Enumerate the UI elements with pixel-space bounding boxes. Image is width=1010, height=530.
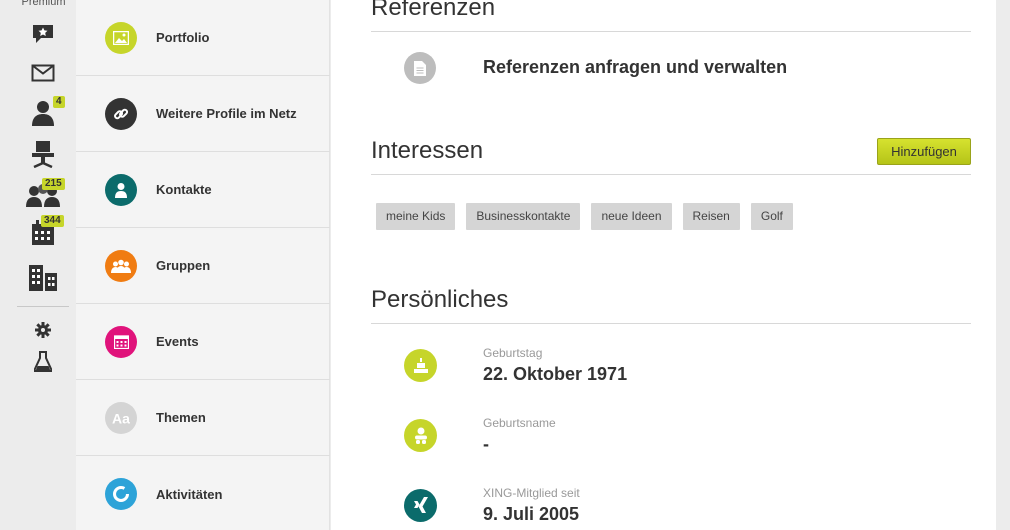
buildings-icon	[27, 263, 59, 291]
member-since-row: XING-Mitglied seit 9. Juli 2005	[331, 486, 996, 530]
font-aa-icon: Aa	[105, 401, 137, 434]
nav-item-label: Themen	[156, 410, 206, 425]
referenzen-manage-link[interactable]: Referenzen anfragen und verwalten	[483, 57, 787, 78]
document-icon	[404, 52, 436, 84]
rail-messages-button[interactable]	[27, 20, 59, 48]
interessen-title: Interessen	[371, 137, 484, 164]
birth-name-row: Geburtsname -	[331, 416, 996, 476]
birthday-row: Geburtstag 22. Oktober 1971	[331, 346, 996, 406]
nav-item-label: Kontakte	[156, 182, 212, 197]
interest-tag[interactable]: Golf	[750, 203, 793, 230]
nav-item-gruppen[interactable]: Gruppen	[76, 228, 330, 304]
rail-groups-button[interactable]: 215	[25, 178, 65, 209]
add-interest-button[interactable]: Hinzufügen	[877, 138, 971, 165]
member-since-value: 9. Juli 2005	[483, 504, 580, 524]
birth-name-label: Geburtsname	[483, 416, 556, 430]
interest-tag[interactable]: Reisen	[682, 203, 740, 230]
contacts-count-badge: 4	[53, 96, 65, 108]
image-icon	[105, 22, 137, 54]
interest-tag-list: meine Kids Businesskontakte neue Ideen R…	[376, 203, 804, 230]
nav-item-label: Gruppen	[156, 258, 211, 273]
gear-icon	[35, 322, 51, 338]
activity-ring-icon	[105, 478, 137, 510]
rail-settings-button[interactable]	[27, 316, 59, 344]
baby-icon	[404, 419, 437, 452]
groups-count-badge: 215	[42, 178, 65, 190]
section-divider	[371, 174, 971, 175]
main-content: Referenzen Referenzen anfragen und verwa…	[331, 0, 996, 530]
interest-tag[interactable]: Businesskontakte	[466, 203, 581, 230]
flask-icon	[34, 351, 52, 373]
calendar-icon	[105, 325, 137, 358]
birth-name-value: -	[483, 434, 489, 454]
person-icon	[105, 173, 137, 206]
person-icon	[32, 100, 54, 126]
interest-tag[interactable]: neue Ideen	[591, 203, 672, 230]
rail-divider	[17, 306, 69, 307]
right-gutter	[996, 0, 1010, 530]
profile-section-nav: Portfolio Weitere Profile im Netz Kontak…	[76, 0, 330, 530]
xing-logo-icon	[404, 489, 437, 522]
icon-rail: Premium 4 215 344	[0, 0, 76, 530]
premium-label[interactable]: Premium	[0, 0, 87, 8]
nav-item-label: Weitere Profile im Netz	[156, 106, 297, 121]
people-group-icon	[105, 249, 137, 282]
nav-item-portfolio[interactable]: Portfolio	[76, 0, 330, 76]
nav-item-label: Portfolio	[156, 30, 210, 45]
envelope-icon	[31, 64, 55, 82]
birthday-label: Geburtstag	[483, 346, 543, 360]
link-icon	[105, 97, 137, 130]
birthday-value: 22. Oktober 1971	[483, 364, 628, 384]
birthday-cake-icon	[404, 349, 437, 382]
nav-item-label: Aktivitäten	[156, 486, 223, 502]
nav-item-label: Events	[156, 334, 199, 349]
nav-item-aktivitaeten[interactable]: Aktivitäten	[76, 456, 330, 530]
rail-events-button[interactable]: 344	[27, 215, 64, 247]
section-divider	[371, 323, 971, 324]
speech-bubble-star-icon	[31, 23, 55, 45]
persoenliches-title: Persönliches	[371, 286, 509, 313]
nav-item-events[interactable]: Events	[76, 304, 330, 380]
svg-text:Aa: Aa	[112, 411, 130, 425]
rail-mail-button[interactable]	[27, 59, 59, 87]
rail-labs-button[interactable]	[27, 348, 59, 376]
nav-item-kontakte[interactable]: Kontakte	[76, 152, 330, 228]
office-chair-icon	[30, 140, 56, 168]
interest-tag[interactable]: meine Kids	[376, 203, 456, 230]
rail-companies-button[interactable]	[27, 263, 59, 291]
referenzen-title: Referenzen	[371, 0, 496, 21]
rail-contacts-button[interactable]: 4	[27, 96, 65, 127]
rail-jobs-button[interactable]	[27, 140, 59, 168]
nav-item-weitere-profile[interactable]: Weitere Profile im Netz	[76, 76, 330, 152]
nav-item-themen[interactable]: Aa Themen	[76, 380, 330, 456]
section-divider	[371, 31, 971, 32]
member-since-label: XING-Mitglied seit	[483, 486, 580, 500]
events-count-badge: 344	[41, 215, 64, 227]
